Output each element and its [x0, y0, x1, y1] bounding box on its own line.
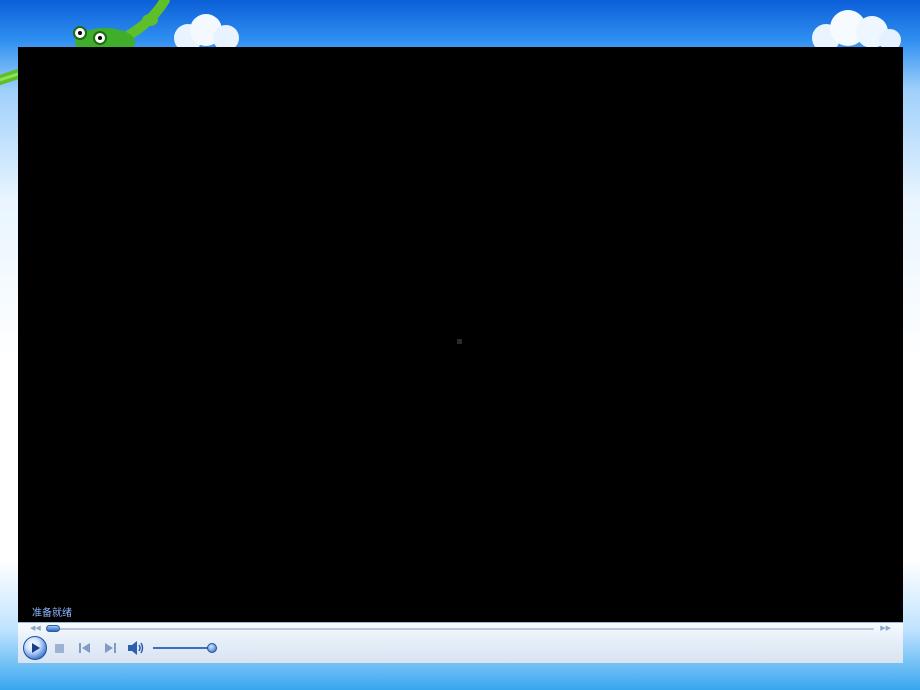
cloud-left	[174, 14, 239, 50]
play-icon	[32, 643, 40, 653]
player-controls: ◀◀ ▶▶	[18, 622, 903, 663]
video-display[interactable]: 准备就绪	[18, 47, 903, 622]
loading-indicator	[457, 339, 462, 344]
mute-button[interactable]	[126, 641, 146, 655]
rewind-icon[interactable]: ◀◀	[30, 624, 41, 632]
seek-bar[interactable]	[46, 628, 874, 630]
cloud-right	[812, 10, 901, 50]
previous-icon	[79, 643, 90, 653]
volume-icon	[128, 641, 144, 655]
seek-bar-row: ◀◀ ▶▶	[18, 623, 903, 635]
previous-button[interactable]	[78, 642, 92, 654]
stop-button[interactable]	[54, 643, 64, 653]
next-button[interactable]	[103, 642, 117, 654]
fast-forward-icon[interactable]: ▶▶	[880, 624, 891, 632]
volume-slider[interactable]	[153, 647, 213, 649]
status-text: 准备就绪	[32, 608, 72, 619]
next-icon	[105, 643, 116, 653]
seek-thumb[interactable]	[46, 625, 60, 632]
stop-icon	[54, 643, 64, 653]
volume-thumb[interactable]	[207, 643, 217, 653]
play-button[interactable]	[23, 636, 47, 660]
